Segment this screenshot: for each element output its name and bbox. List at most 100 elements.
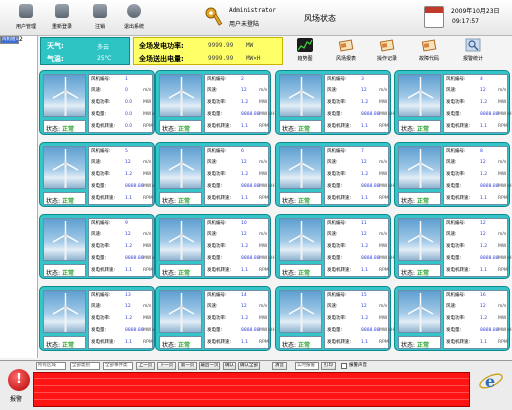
trend-chart-button[interactable]: 趋势图 — [288, 37, 322, 65]
turbine-card[interactable]: 状态: 正常 风机编号: 13 风速: 12 m/s 发电功率: 1.2 MW 发电量: 8888.8… — [39, 286, 159, 351]
info-unit: MW — [259, 316, 268, 321]
turbine-state-box: 状态: 正常 — [279, 192, 322, 205]
info-value: 1.2 — [125, 316, 133, 321]
info-key: 风机编号: — [446, 221, 466, 226]
info-row: 发电功率: 1.2 MW — [207, 98, 269, 107]
state-label: 状态: — [46, 198, 61, 205]
turbine-card[interactable]: 状态: 正常 风机编号: 14 风速: 12 m/s 发电功率: 1.2 MW 发电量: 8888.8… — [155, 286, 275, 351]
info-row: 发电量: 8888.88 MW×H — [91, 182, 159, 191]
alarm-sound-checkbox[interactable] — [341, 363, 347, 369]
turbine-card[interactable]: 状态: 正常 风机编号: 11 风速: 12 m/s 发电功率: 1.2 MW 发电量: 8888.8… — [275, 214, 395, 279]
info-row: 风速: 12 m/s — [91, 158, 153, 167]
logout-button[interactable]: 注销 — [85, 4, 115, 32]
info-unit: RPM — [259, 268, 269, 273]
info-key: 发电机转速: — [446, 124, 471, 129]
info-key: 风机编号: — [91, 77, 111, 82]
turbine-state-box: 状态: 正常 — [279, 336, 322, 349]
next-page-button[interactable]: 下一页 — [157, 362, 176, 370]
info-row: 发电功率: 1.2 MW — [207, 314, 269, 323]
state-label: 状态: — [46, 126, 61, 133]
area-select[interactable]: 所有区域 — [36, 362, 66, 370]
exit-system-button[interactable]: 退出系统 — [119, 4, 149, 32]
info-row: 发电量: 8888.88 MW×H — [207, 182, 275, 191]
confirm-button[interactable]: 确认 — [223, 362, 236, 370]
info-row: 风机编号: 15 — [327, 291, 389, 300]
info-row: 风机编号: 2 — [207, 75, 269, 84]
info-row: 发电机转速: 1.1 RPM — [327, 266, 389, 275]
confirm-all-button[interactable]: 确认全部 — [238, 362, 260, 370]
info-value: 1.2 — [480, 100, 488, 105]
info-key: 发电功率: — [91, 172, 111, 177]
turbine-card[interactable]: 状态: 正常 风机编号: 7 风速: 12 m/s 发电功率: 1.2 MW 发电量: 8888.88… — [275, 142, 395, 207]
turbine-card[interactable]: 状态: 正常 风机编号: 3 风速: 12 m/s 发电功率: 1.2 MW 发电量: 8888.88… — [275, 70, 395, 135]
total-output-unit: MW×H — [246, 55, 261, 62]
alarm-icon[interactable]: ! — [8, 369, 30, 391]
turbine-card[interactable]: 状态: 正常 风机编号: 10 风速: 12 m/s 发电功率: 1.2 MW 发电量: 8888.8… — [155, 214, 275, 279]
info-key: 风速: — [91, 232, 102, 237]
turbine-card[interactable]: 状态: 正常 风机编号: 5 风速: 12 m/s 发电功率: 1.2 MW 发电量: 8888.88… — [39, 142, 159, 207]
info-row: 风机编号: 1 — [91, 75, 153, 84]
realtime-alarm-select[interactable]: 实时报警 — [295, 362, 319, 370]
info-value: 1.1 — [361, 196, 369, 201]
relogin-button[interactable]: 重新登录 — [47, 4, 77, 32]
turbine-card[interactable]: 状态: 正常 风机编号: 12 风速: 12 m/s 发电功率: 1.2 MW 发电量: 8888.8… — [394, 214, 512, 279]
info-row: 风机编号: 14 — [207, 291, 269, 300]
wind-turbine-icon — [52, 77, 79, 116]
info-value: 12 — [241, 88, 247, 93]
info-key: 风机编号: — [327, 77, 347, 82]
info-key: 发电机转速: — [91, 124, 116, 129]
user-info: Administrator 用户未登陆 — [205, 5, 285, 31]
info-key: 风机编号: — [91, 149, 111, 154]
info-unit: RPM — [498, 340, 508, 345]
info-value: 1.2 — [361, 172, 369, 177]
last-page-button[interactable]: 最后一页 — [199, 362, 220, 370]
operation-log-button[interactable]: 操作记录 — [370, 37, 404, 65]
info-row: 发电功率: 1.2 MW — [327, 314, 389, 323]
turbine-photo — [398, 218, 441, 261]
category-select[interactable]: 全部类别 — [70, 362, 100, 370]
info-value: 8888.88 — [480, 328, 499, 333]
user-management-button[interactable]: 用户管理 — [11, 4, 41, 32]
total-power-unit: MW — [246, 42, 254, 49]
turbine-card[interactable]: 状态: 正常 风机编号: 16 风速: 12 m/s 发电功率: 1.2 MW 发电量: 8888.8… — [394, 286, 512, 351]
print-button[interactable]: 打印 — [321, 362, 336, 370]
prev-page-button[interactable]: 上一页 — [136, 362, 155, 370]
turbine-card[interactable]: 状态: 正常 风机编号: 8 风速: 12 m/s 发电功率: 1.2 MW 发电量: 8888.88… — [394, 142, 512, 207]
info-unit: MW — [143, 316, 152, 321]
state-value: 正常 — [298, 198, 311, 205]
info-unit: RPM — [259, 340, 269, 345]
turbine-card[interactable]: 状态: 正常 风机编号: 9 风速: 12 m/s 发电功率: 1.2 MW 发电量: 8888.88… — [39, 214, 159, 279]
sidebar-item-group1[interactable]: 风机组1 — [0, 36, 20, 44]
info-unit: MW×H — [259, 328, 275, 333]
info-unit: m/s — [259, 160, 268, 165]
report-button[interactable]: 风场报表 — [329, 37, 363, 65]
turbine-card[interactable]: 状态: 正常 风机编号: 15 风速: 12 m/s 发电功率: 1.2 MW 发电量: 8888.8… — [275, 286, 395, 351]
turbine-photo — [279, 146, 322, 189]
turbine-card[interactable]: 状态: 正常 风机编号: 1 风速: 0 m/s 发电功率: 0.0 MW 发电量: 0.0 MW×H 发… — [39, 70, 159, 135]
turbine-card[interactable]: 状态: 正常 风机编号: 4 风速: 12 m/s 发电功率: 1.2 MW 发电量: 8888.88… — [394, 70, 512, 135]
report-label: 风场报表 — [335, 56, 356, 62]
info-row: 风机编号: 6 — [207, 147, 269, 156]
info-value: 1.1 — [125, 268, 133, 273]
user-management-label: 用户管理 — [15, 24, 36, 30]
info-key: 发电功率: — [207, 100, 227, 105]
info-row: 发电机转速: 1.1 RPM — [327, 338, 389, 347]
silence-button[interactable]: 清音 — [272, 362, 287, 370]
info-value: 8888.88 — [480, 256, 499, 261]
turbine-state-box: 状态: 正常 — [279, 264, 322, 277]
fault-code-button[interactable]: 故障代码 — [412, 37, 446, 65]
info-row: 发电功率: 1.2 MW — [327, 170, 389, 179]
wind-turbine-icon — [52, 149, 79, 188]
first-page-button[interactable]: 第一页 — [178, 362, 197, 370]
info-row: 发电机转速: 0.0 RPM — [91, 122, 153, 131]
turbine-card[interactable]: 状态: 正常 风机编号: 2 风速: 12 m/s 发电功率: 1.2 MW 发电量: 8888.88… — [155, 70, 275, 135]
state-value: 正常 — [298, 126, 311, 133]
info-key: 发电功率: — [91, 244, 111, 249]
info-unit: RPM — [379, 196, 389, 201]
alarm-stats-button[interactable]: 报警统计 — [456, 37, 490, 65]
event-type-select[interactable]: 全部事件类 — [103, 362, 133, 370]
turbine-card[interactable]: 状态: 正常 风机编号: 6 风速: 12 m/s 发电功率: 1.2 MW 发电量: 8888.88… — [155, 142, 275, 207]
info-key: 发电机转速: — [446, 340, 471, 345]
info-row: 发电功率: 1.2 MW — [327, 242, 389, 251]
alarm-list[interactable] — [33, 372, 470, 407]
